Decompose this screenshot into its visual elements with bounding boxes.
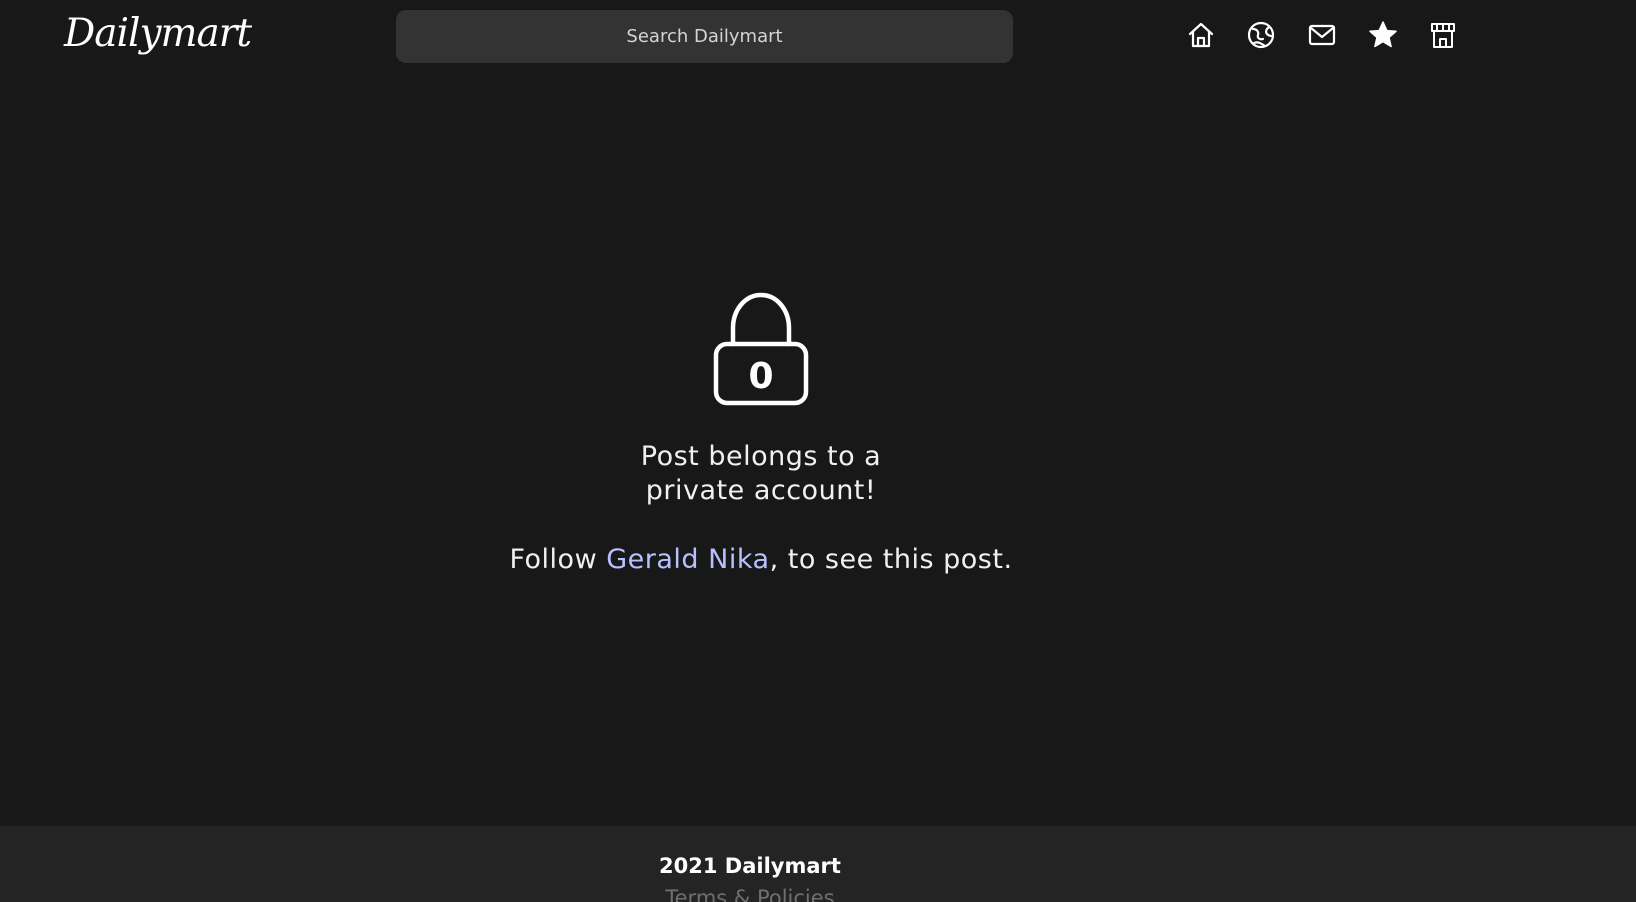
message-line-1: Post belongs to a xyxy=(640,441,882,472)
lock-icon: 0 xyxy=(710,290,812,408)
store-icon xyxy=(1431,23,1455,48)
favorites-button[interactable] xyxy=(1364,16,1402,54)
message-line-2: private account! xyxy=(645,475,877,506)
top-navigation-bar: Dailymart xyxy=(0,0,1636,72)
store-button[interactable] xyxy=(1424,16,1462,54)
logo[interactable]: Dailymart xyxy=(64,2,252,66)
home-icon xyxy=(1188,22,1214,48)
private-account-message: Post belongs to a private account! xyxy=(518,440,1004,508)
user-profile-link[interactable]: Gerald Nika xyxy=(606,544,769,575)
follow-prompt: Follow Gerald Nika, to see this post. xyxy=(418,542,1104,578)
search-input[interactable] xyxy=(396,10,1013,63)
explore-icon xyxy=(1247,21,1275,49)
page: Dailymart Search Dailymart 0 Post belong… xyxy=(0,0,1636,902)
copyright-text: 2021 Dailymart xyxy=(659,854,841,878)
lock-digit: 0 xyxy=(748,356,773,397)
messages-icon xyxy=(1308,24,1336,46)
explore-button[interactable] xyxy=(1242,16,1280,54)
follow-prefix: Follow xyxy=(509,544,607,575)
footer: 2021 Dailymart Terms & Policies xyxy=(0,826,1636,902)
terms-and-policies-link[interactable]: Terms & Policies xyxy=(0,886,1500,902)
follow-suffix: , to see this post. xyxy=(769,544,1013,575)
home-button[interactable] xyxy=(1182,16,1220,54)
favorites-icon xyxy=(1369,21,1397,48)
messages-button[interactable] xyxy=(1303,16,1341,54)
